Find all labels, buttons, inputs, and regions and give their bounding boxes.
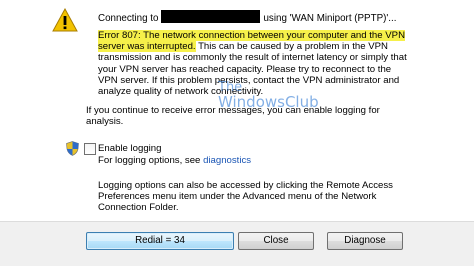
logging-options-prefix: For logging options, see [98, 155, 201, 166]
error-message: Error 807: The network connection betwee… [98, 30, 410, 97]
logging-note: If you continue to receive error message… [86, 105, 380, 128]
redial-button[interactable]: Redial = 34 [86, 232, 234, 250]
connecting-status: Connecting to using 'WAN Miniport (PPTP)'… [98, 10, 396, 24]
warning-icon [52, 8, 78, 32]
diagnostics-link[interactable]: diagnostics [203, 155, 251, 166]
close-button[interactable]: Close [238, 232, 314, 250]
logging-options-line: For logging options, see diagnostics [98, 155, 251, 166]
connecting-prefix: Connecting to [98, 13, 159, 24]
redacted-server-name [161, 10, 261, 23]
shield-icon [66, 141, 79, 156]
logging-info: Logging options can also be accessed by … [98, 180, 393, 214]
enable-logging-label[interactable]: Enable logging [98, 143, 161, 154]
connecting-suffix: using 'WAN Miniport (PPTP)'... [263, 13, 397, 24]
enable-logging-checkbox[interactable] [84, 143, 96, 155]
diagnose-button[interactable]: Diagnose [327, 232, 403, 250]
